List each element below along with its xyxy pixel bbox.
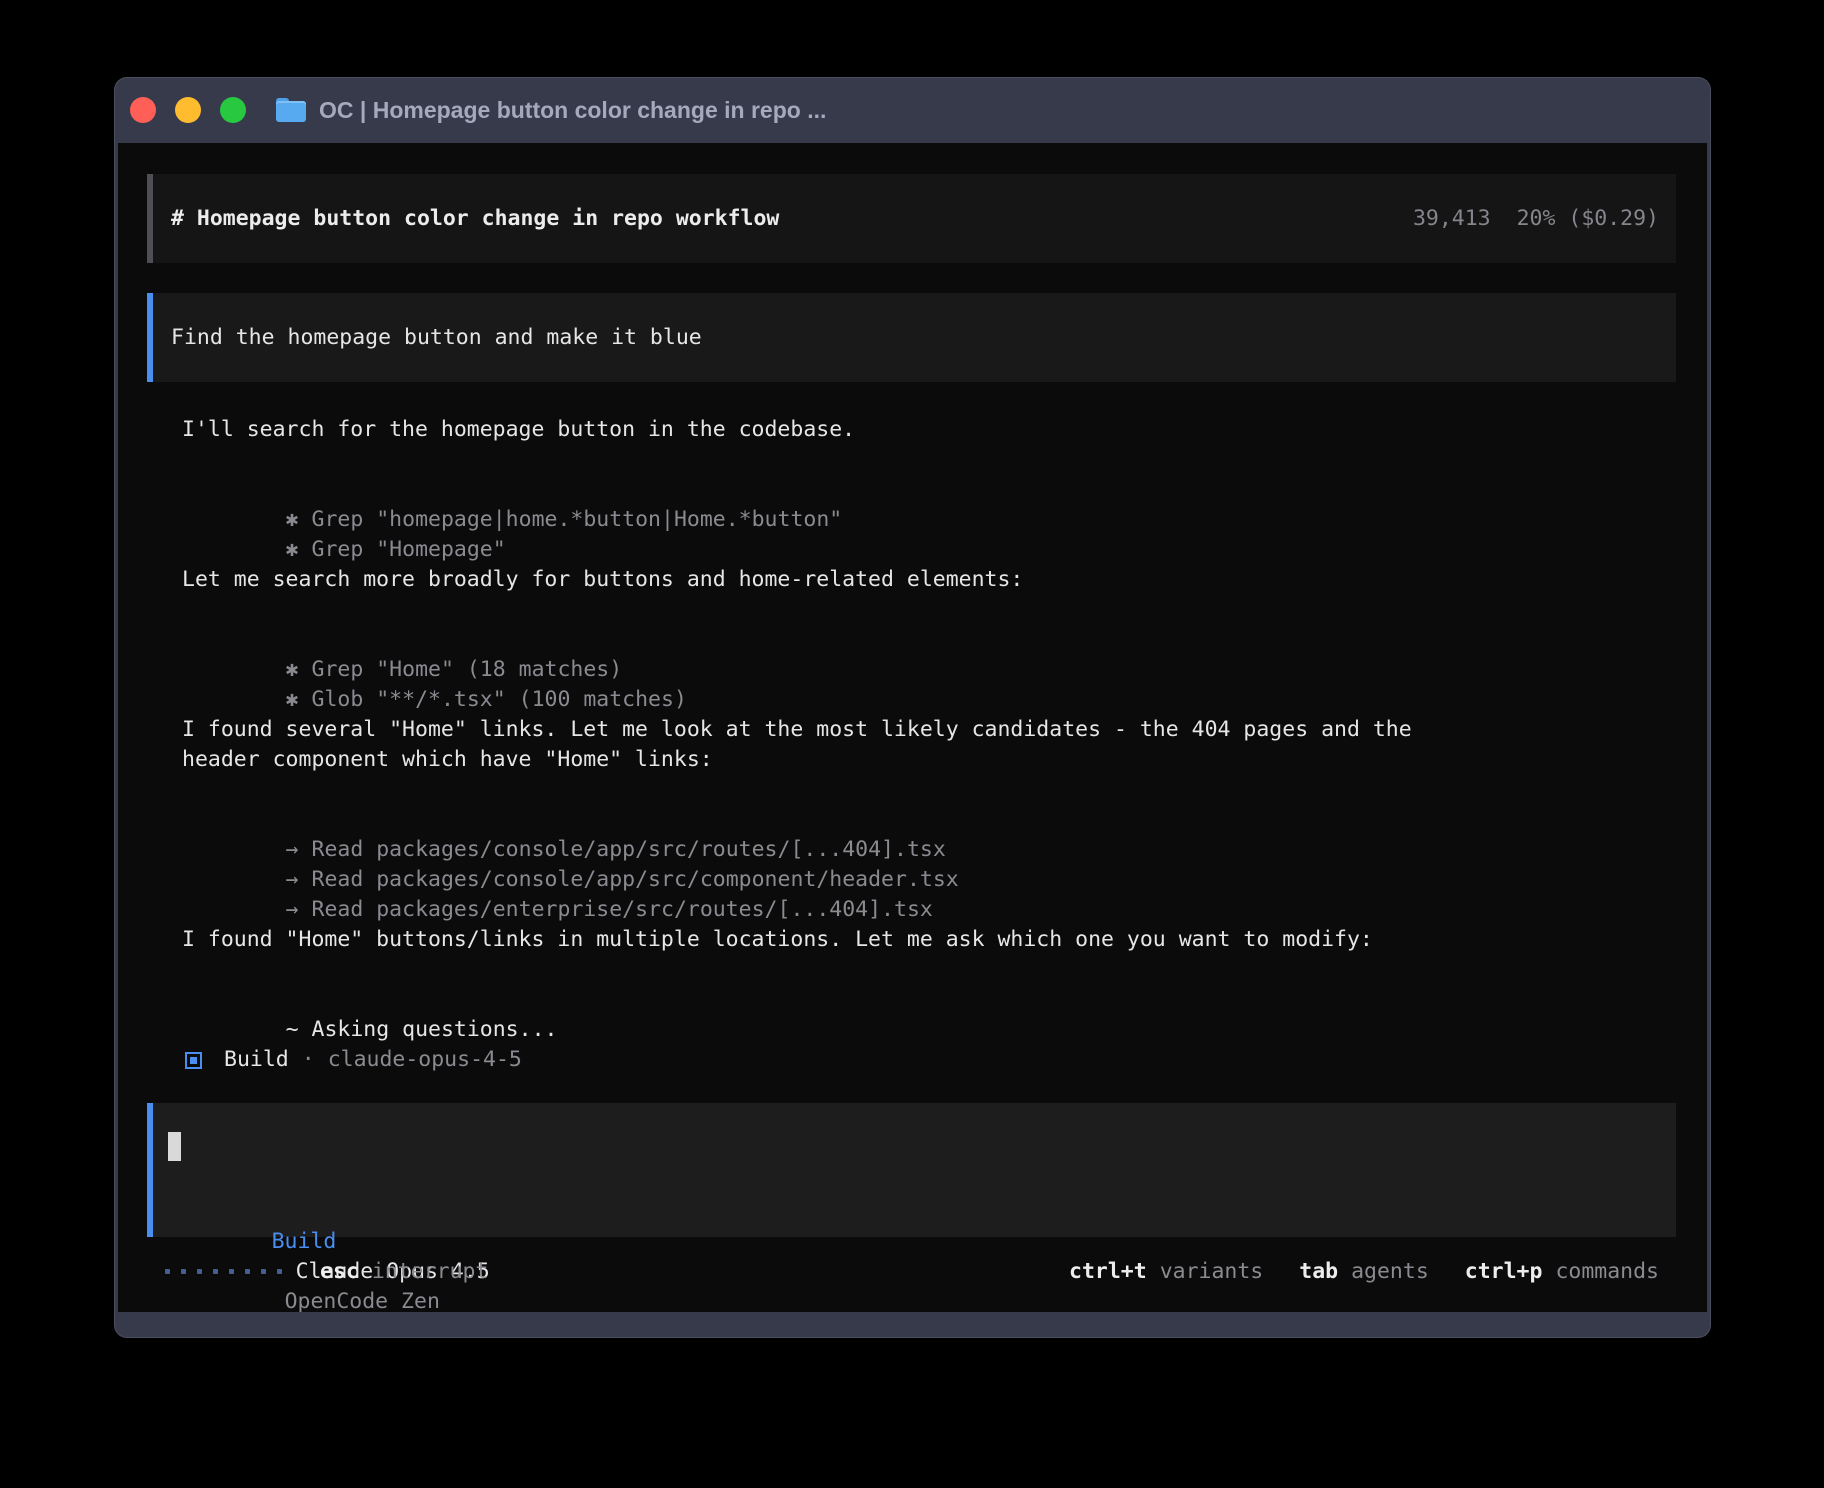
zoom-button[interactable] [220, 97, 246, 123]
terminal-window: OC | Homepage button color change in rep… [114, 77, 1711, 1338]
status-bar-right: ctrl+t variants tab agents ctrl+p comman… [1069, 1259, 1659, 1284]
read-arrow-icon: → [286, 837, 312, 862]
build-agent-icon [185, 1052, 202, 1069]
close-button[interactable] [130, 97, 156, 123]
tool-call-text: Grep "Homepage" [312, 537, 506, 562]
terminal-content: # Homepage button color change in repo w… [118, 143, 1707, 1312]
read-file-text: Read packages/console/app/src/routes/[..… [312, 837, 946, 862]
assistant-text-line: header component which have "Home" links… [182, 745, 1676, 775]
hint-key: ctrl+p [1465, 1259, 1543, 1284]
traffic-lights [130, 97, 246, 123]
status-text: Asking questions... [312, 1017, 558, 1042]
tool-call-text: Grep "Home" (18 matches) [312, 657, 623, 682]
hint-key: ctrl+t [1069, 1259, 1147, 1284]
tool-bullet-icon: ✱ [286, 537, 312, 562]
context-usage: 20% ($0.29) [1517, 206, 1659, 231]
read-file-text: Read packages/enterprise/src/routes/[...… [312, 897, 933, 922]
agent-mode-label: Build [272, 1229, 337, 1254]
hint-label: commands [1555, 1259, 1659, 1284]
window-title: OC | Homepage button color change in rep… [319, 97, 826, 124]
input-status-row: Build Claude Opus 4.5 OpenCode Zen [168, 1197, 1658, 1227]
agent-status-row: Build · claude-opus-4-5 [182, 1045, 1676, 1075]
titlebar[interactable]: OC | Homepage button color change in rep… [114, 77, 1711, 143]
keyboard-hint: ctrl+p commands [1465, 1259, 1659, 1284]
hint-label: agents [1351, 1259, 1429, 1284]
text-cursor [168, 1132, 181, 1161]
read-file-text: Read packages/console/app/src/component/… [312, 867, 959, 892]
hint-key: tab [1299, 1259, 1338, 1284]
transcript: I'll search for the homepage button in t… [182, 415, 1676, 1075]
assistant-text-line: I found several "Home" links. Let me loo… [182, 715, 1676, 745]
tool-call-line: ✱Grep "homepage|home.*button|Home.*butto… [182, 475, 1676, 505]
status-tilde-icon: ~ [286, 1017, 312, 1042]
folder-icon [276, 98, 306, 122]
read-file-line: →Read packages/console/app/src/routes/[.… [182, 805, 1676, 835]
agent-name: Build [224, 1045, 289, 1075]
session-header: # Homepage button color change in repo w… [147, 174, 1676, 263]
tool-bullet-icon: ✱ [286, 687, 312, 712]
tool-call-text: Glob "**/*.tsx" (100 matches) [312, 687, 687, 712]
separator-dot: · [302, 1045, 315, 1075]
tool-call-text: Grep "homepage|home.*button|Home.*button… [312, 507, 843, 532]
tool-bullet-icon: ✱ [286, 657, 312, 682]
interrupt-hint-label: interrupt [372, 1259, 489, 1284]
read-arrow-icon: → [286, 897, 312, 922]
minimize-button[interactable] [175, 97, 201, 123]
tool-call-line: ✱Grep "Home" (18 matches) [182, 625, 1676, 655]
status-line: ~Asking questions... [182, 985, 1676, 1015]
tool-bullet-icon: ✱ [286, 507, 312, 532]
keyboard-hint: ctrl+t variants [1069, 1259, 1263, 1284]
user-message-text: Find the homepage button and make it blu… [171, 325, 702, 350]
session-title: # Homepage button color change in repo w… [171, 206, 779, 231]
keyboard-hint: tab agents [1299, 1259, 1429, 1284]
assistant-text-line: I'll search for the homepage button in t… [182, 415, 1676, 445]
token-count: 39,413 [1413, 206, 1491, 231]
esc-key-label: esc [320, 1259, 359, 1284]
status-bar: esc interrupt ctrl+t variants tab agents… [165, 1256, 1659, 1286]
working-spinner-icon [165, 1269, 282, 1274]
agent-model: claude-opus-4-5 [328, 1045, 522, 1075]
read-arrow-icon: → [286, 867, 312, 892]
session-stats: 39,413 20% ($0.29) [1413, 206, 1659, 231]
assistant-text-line: Let me search more broadly for buttons a… [182, 565, 1676, 595]
prompt-input[interactable]: Build Claude Opus 4.5 OpenCode Zen [147, 1103, 1676, 1237]
user-message: Find the homepage button and make it blu… [147, 293, 1676, 382]
assistant-text-line: I found "Home" buttons/links in multiple… [182, 925, 1676, 955]
status-bar-left: esc interrupt [165, 1259, 488, 1284]
provider-label: OpenCode Zen [285, 1289, 440, 1312]
hint-label: variants [1160, 1259, 1264, 1284]
